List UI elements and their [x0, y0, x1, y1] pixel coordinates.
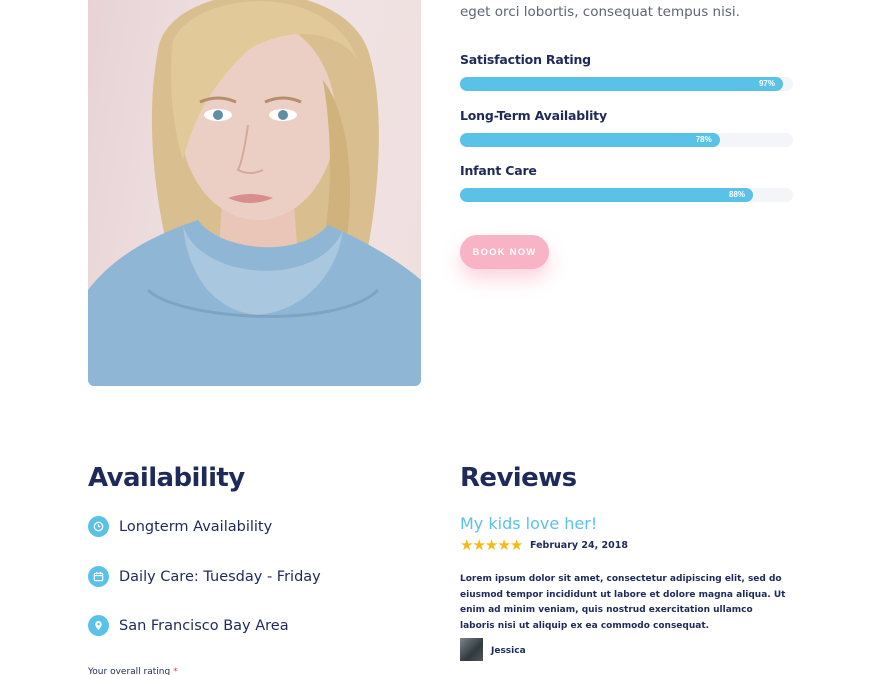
availability-item-daily-care: Daily Care: Tuesday - Friday [88, 566, 321, 587]
star-icon: ★ [497, 537, 511, 554]
availability-item-longterm: Longterm Availability [88, 516, 272, 537]
availability-item-location: San Francisco Bay Area [88, 615, 289, 636]
availability-text: Longterm Availability [119, 518, 273, 535]
progress-percent: 78% [695, 135, 712, 144]
progress-track: 97% [460, 77, 793, 91]
skill-label: Long-Term Availablity [460, 108, 607, 123]
avatar [460, 638, 483, 661]
clock-icon [88, 516, 109, 537]
required-mark: * [173, 667, 178, 675]
progress-fill: 97% [460, 77, 783, 91]
review-title: My kids love her! [460, 514, 598, 533]
skill-infant-care: Infant Care 88% [460, 163, 793, 202]
progress-percent: 88% [729, 190, 746, 199]
skill-label: Satisfaction Rating [460, 52, 591, 67]
star-icon: ★ [484, 537, 499, 554]
location-pin-icon [88, 615, 109, 636]
book-now-button[interactable]: BOOK NOW [460, 235, 549, 269]
star-rating: ★ ★ ★ ★ ★ [460, 537, 524, 554]
review-body: Lorem ipsum dolor sit amet, consectetur … [460, 574, 786, 631]
availability-text: San Francisco Bay Area [119, 617, 289, 634]
progress-track: 88% [460, 188, 793, 202]
progress-track: 78% [460, 133, 793, 147]
caregiver-photo [88, 0, 421, 386]
star-icon: ★ [509, 537, 524, 554]
reviewer-name: Jessica [491, 646, 526, 656]
rating-label-text: Your overall rating [88, 667, 171, 675]
overall-rating-label: Your overall rating * [88, 667, 178, 675]
calendar-icon [88, 566, 109, 587]
skill-long-term-availability: Long-Term Availablity 78% [460, 108, 793, 147]
intro-text: eget orci lobortis, consequat tempus nis… [460, 4, 740, 20]
skill-label: Infant Care [460, 163, 537, 178]
availability-heading: Availability [88, 463, 245, 493]
skill-satisfaction-rating: Satisfaction Rating 97% [460, 52, 793, 91]
review-date: February 24, 2018 [530, 540, 628, 551]
progress-fill: 88% [460, 188, 754, 202]
star-icon: ★ [460, 537, 474, 554]
progress-percent: 97% [758, 79, 775, 88]
star-icon: ★ [472, 537, 486, 554]
progress-fill: 78% [460, 133, 720, 147]
availability-text: Daily Care: Tuesday - Friday [119, 568, 321, 585]
reviews-heading: Reviews [460, 463, 577, 493]
